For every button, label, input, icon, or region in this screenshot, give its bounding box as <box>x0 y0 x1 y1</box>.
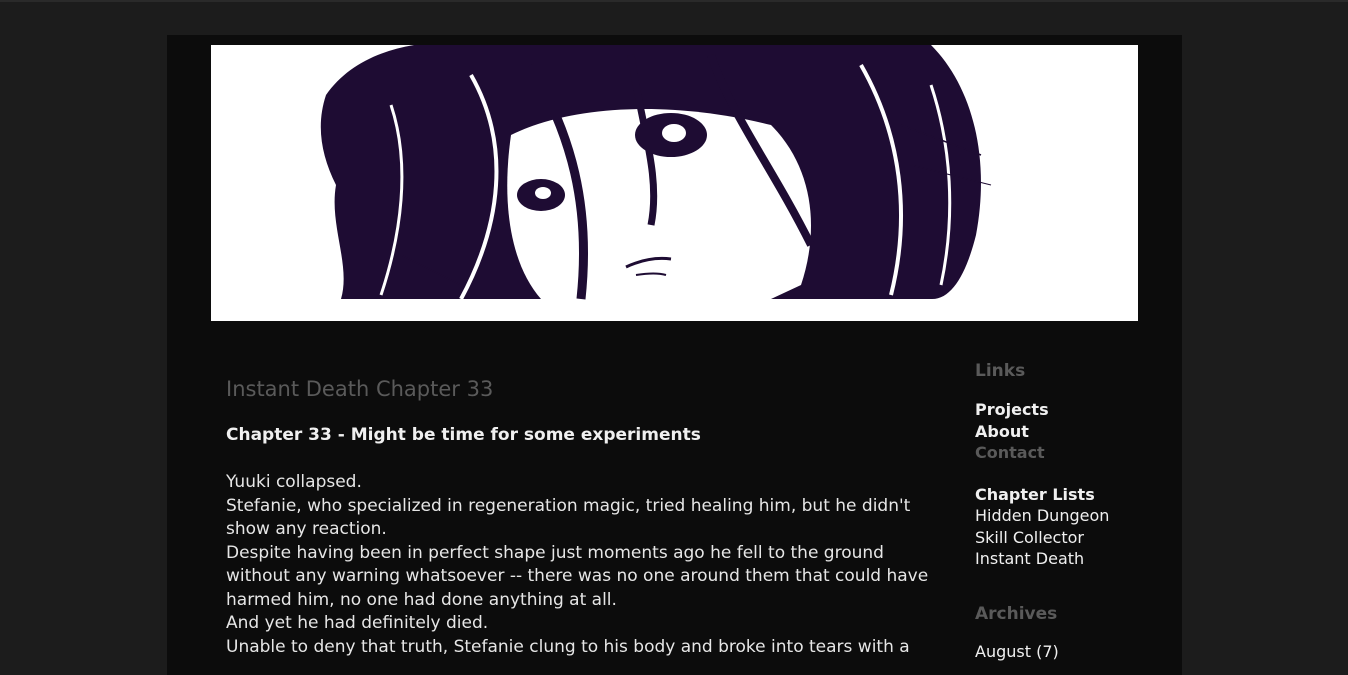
post-title[interactable]: Instant Death Chapter 33 <box>226 375 936 403</box>
link-about[interactable]: About <box>975 421 1145 443</box>
paragraph: And yet he had definitely died. <box>226 613 489 633</box>
manga-girl-face-banner <box>211 45 1138 321</box>
link-contact[interactable]: Contact <box>975 442 1145 464</box>
link-projects[interactable]: Projects <box>975 399 1145 421</box>
archives-list: August (7) <box>975 641 1145 663</box>
header-banner[interactable] <box>211 45 1138 321</box>
chapter-lists-heading[interactable]: Chapter Lists <box>975 484 1145 506</box>
chapter-list-skill-collector[interactable]: Skill Collector <box>975 527 1145 549</box>
chapter-list-hidden-dungeon[interactable]: Hidden Dungeon <box>975 505 1145 527</box>
links-heading: Links <box>975 361 1026 381</box>
top-bar <box>0 0 1348 2</box>
post-main: Instant Death Chapter 33 Chapter 33 - Mi… <box>226 375 936 659</box>
paragraph: Stefanie, who specialized in regeneratio… <box>226 495 911 540</box>
archive-item[interactable]: August (7) <box>975 641 1145 663</box>
links-list: Projects About Contact <box>975 399 1145 464</box>
post-body: Yuuki collapsed. Stefanie, who specializ… <box>226 471 936 659</box>
paragraph: Unable to deny that truth, Stefanie clun… <box>226 636 910 657</box>
chapter-lists: Chapter Lists Hidden Dungeon Skill Colle… <box>975 484 1145 570</box>
paragraph: Despite having been in perfect shape jus… <box>226 542 929 610</box>
paragraph: Yuuki collapsed. <box>226 472 362 492</box>
page-container: Instant Death Chapter 33 Chapter 33 - Mi… <box>167 35 1182 675</box>
sidebar: Links Projects About Contact Chapter Lis… <box>975 360 1145 662</box>
archives-heading: Archives <box>975 603 1058 624</box>
chapter-heading: Chapter 33 - Might be time for some expe… <box>226 425 701 445</box>
chapter-list-instant-death[interactable]: Instant Death <box>975 548 1145 570</box>
